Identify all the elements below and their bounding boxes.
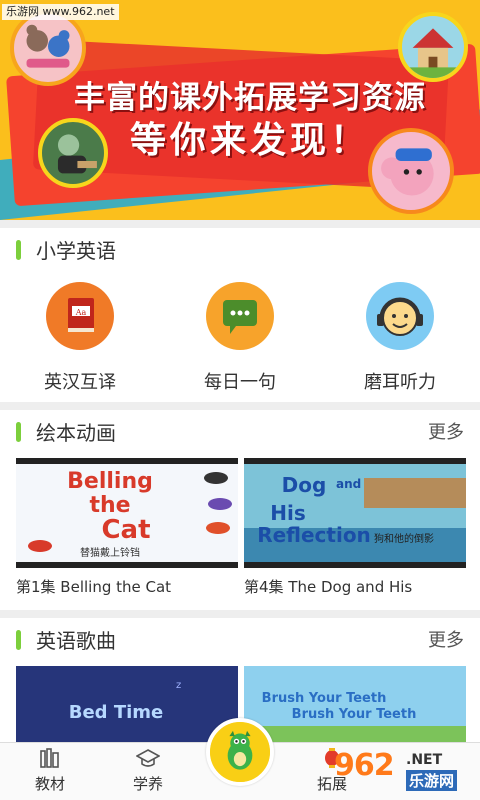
watermark-net: .NET — [406, 752, 443, 768]
book-stack-icon — [40, 748, 59, 768]
svg-text:Brush Your Teeth: Brush Your Teeth — [292, 707, 417, 722]
graduation-cap-icon — [136, 749, 160, 767]
section-accent-bar — [16, 630, 21, 650]
more-link[interactable]: 更多 — [428, 628, 464, 654]
promo-banner[interactable]: 丰富的课外拓展学习资源 等你来发现！ 乐游网 www.962.net — [0, 0, 480, 220]
tool-daily-sentence[interactable]: 每日一句 — [170, 282, 310, 393]
section-title: 绘本动画 — [36, 421, 116, 445]
cartoon-elephant-illustration — [368, 128, 454, 214]
cartoon-mice-illustration — [10, 10, 86, 86]
svg-text:Reflection: Reflection — [257, 523, 371, 547]
section-header: 绘本动画 更多 — [0, 410, 480, 454]
nav-item-textbook[interactable]: 教材 — [10, 747, 90, 794]
video-caption: 第1集 Belling the Cat — [16, 578, 172, 596]
svg-text:z: z — [176, 680, 181, 691]
nav-item-cultivation[interactable]: 学养 — [108, 747, 188, 794]
section-title: 小学英语 — [36, 239, 116, 263]
chat-bubble-icon — [206, 282, 274, 350]
tool-grid: Aa 英汉互译 每日一句 磨耳听力 — [0, 276, 480, 396]
cartoon-house-illustration — [398, 12, 468, 82]
svg-text:Bed Time: Bed Time — [69, 702, 164, 723]
thumb-title-line3: Cat — [101, 515, 150, 545]
svg-text:His: His — [270, 501, 306, 525]
headphones-face-icon — [366, 282, 434, 350]
video-caption: 第4集 The Dog and His — [244, 578, 413, 596]
section-header: 英语歌曲 更多 — [0, 618, 480, 662]
banner-headline: 丰富的课外拓展学习资源 — [74, 80, 426, 116]
more-link[interactable]: 更多 — [428, 420, 464, 446]
svg-text:Dog: Dog — [282, 473, 327, 497]
tool-label: 英汉互译 — [44, 372, 116, 393]
svg-text:Aa: Aa — [75, 308, 87, 317]
watermark-cn: 乐游网 — [406, 770, 458, 791]
card-row: Belling the Cat 替猫戴上铃铛 第1集 Belling the C… — [16, 458, 466, 608]
thumb-title-line1: Belling — [67, 469, 153, 494]
section-picture-book-animation: 绘本动画 更多 Belling the Cat 替猫戴上铃铛 第1集 Belli… — [0, 410, 480, 610]
site-logo-watermark: 962 .NET 乐游网 — [334, 748, 480, 796]
tool-label: 每日一句 — [204, 372, 276, 393]
svg-text:and: and — [336, 477, 361, 491]
dragon-mascot-icon[interactable] — [206, 718, 274, 786]
tool-label: 磨耳听力 — [364, 372, 436, 393]
site-watermark: 乐游网 www.962.net — [2, 4, 119, 20]
tool-listening[interactable]: 磨耳听力 — [330, 282, 470, 393]
watermark-brand: 962 — [334, 748, 395, 783]
video-card[interactable]: Dog and His Reflection 狗和他的倒影 第4集 The Do… — [244, 458, 466, 597]
section-primary-english: 小学英语 Aa 英汉互译 每日一句 磨耳听力 — [0, 228, 480, 402]
thumb-cn-caption: 替猫戴上铃铛 — [80, 546, 140, 559]
video-thumbnail: Dog and His Reflection 狗和他的倒影 — [244, 458, 466, 568]
svg-text:狗和他的倒影: 狗和他的倒影 — [374, 532, 434, 545]
tool-translate[interactable]: Aa 英汉互译 — [10, 282, 150, 393]
section-accent-bar — [16, 422, 21, 442]
nav-label: 教材 — [34, 775, 65, 793]
dictionary-icon: Aa — [46, 282, 114, 350]
video-card[interactable]: Belling the Cat 替猫戴上铃铛 第1集 Belling the C… — [16, 458, 238, 597]
section-title: 英语歌曲 — [36, 629, 116, 653]
nav-label: 学养 — [132, 775, 163, 793]
svg-text:Brush Your Teeth: Brush Your Teeth — [262, 691, 387, 706]
cartoon-character-illustration — [38, 118, 108, 188]
section-accent-bar — [16, 240, 21, 260]
section-header: 小学英语 — [0, 228, 480, 272]
video-thumbnail: Belling the Cat 替猫戴上铃铛 — [16, 458, 238, 568]
banner-subheadline: 等你来发现！ — [129, 120, 370, 161]
app-root: 丰富的课外拓展学习资源 等你来发现！ 乐游网 www.962.net 小学英语 … — [0, 0, 480, 800]
